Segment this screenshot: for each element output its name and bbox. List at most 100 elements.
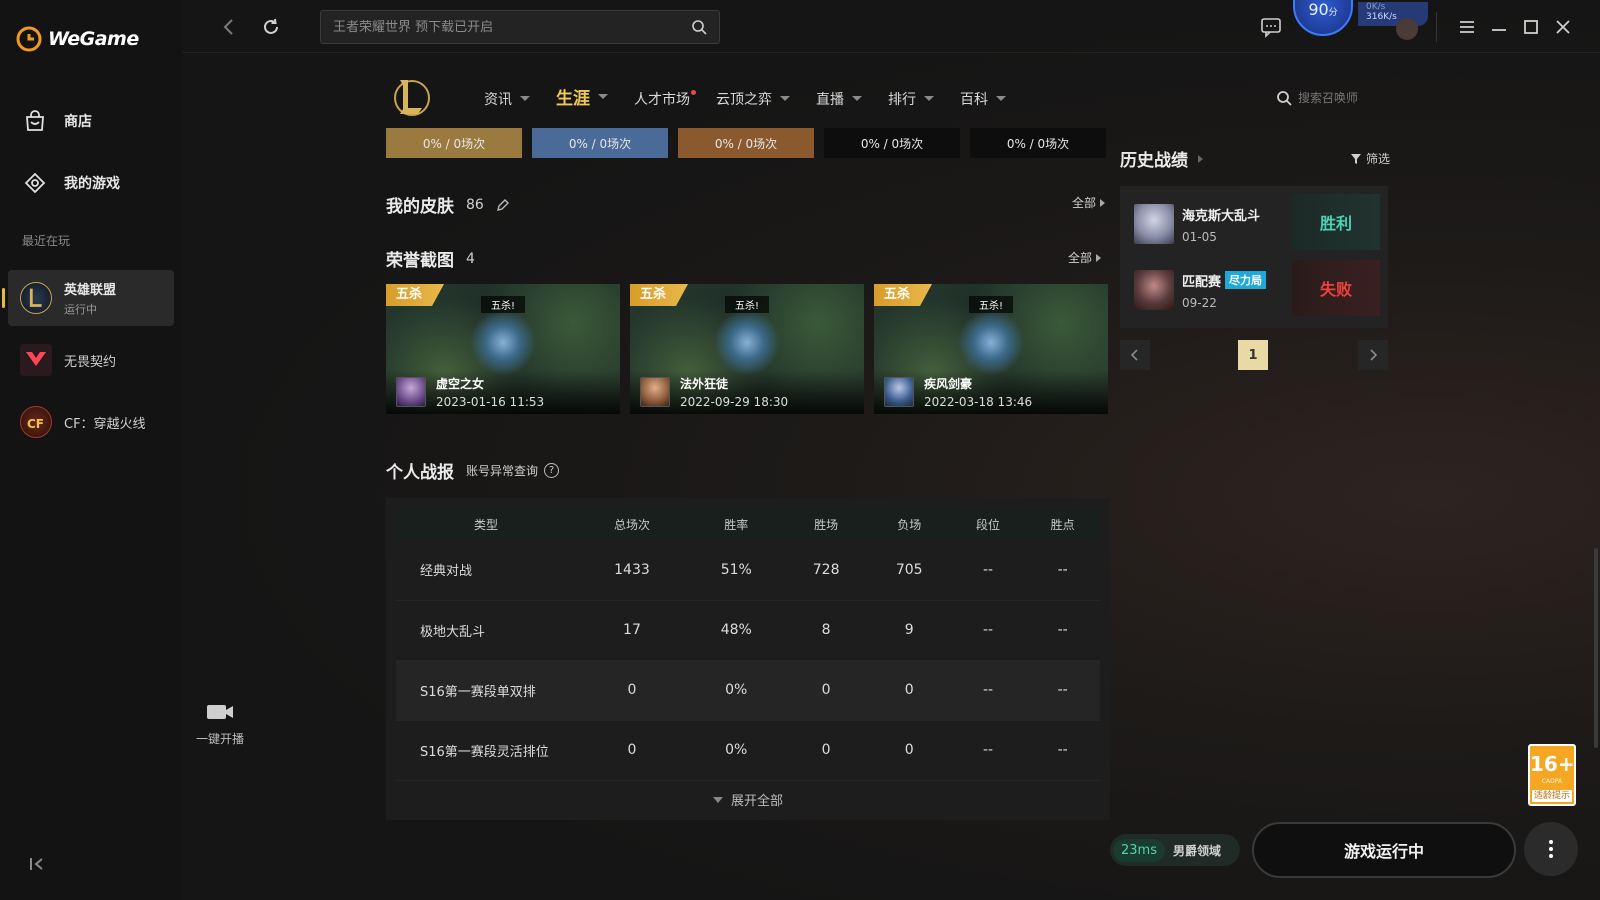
rank-bar[interactable]: 0% / 0场次 [386, 128, 522, 158]
global-search-input[interactable] [333, 19, 673, 35]
table-row[interactable]: 经典对战 1433 51% 728 705 -- -- [396, 540, 1100, 601]
chevron-down-icon [780, 96, 790, 101]
nav-my-games[interactable]: 我的游戏 [22, 170, 120, 196]
search-icon[interactable] [691, 19, 707, 35]
page-number[interactable]: 1 [1238, 340, 1268, 370]
rank-bar[interactable]: 0% / 0场次 [824, 128, 960, 158]
app-window: WeGame 商店 我的游戏 最近在玩 英雄联盟 运行中 无畏契约 CF CF：… [0, 0, 1600, 900]
col-header: 段位 [950, 508, 1026, 540]
game-item-crossfire[interactable]: CF CF：穿越火线 [8, 394, 174, 450]
champion-avatar [1134, 270, 1174, 310]
match-item[interactable]: 匹配赛 尽力局 09-22 失败 [1128, 260, 1380, 320]
menu-icon[interactable] [1456, 16, 1478, 38]
tab-label: 百科 [960, 91, 988, 108]
wegame-logo[interactable]: WeGame [16, 24, 139, 54]
chevron-right-icon [1198, 154, 1203, 163]
lol-logo-icon[interactable] [390, 76, 430, 118]
nav-store[interactable]: 商店 [22, 108, 92, 134]
match-date: 09-22 [1182, 295, 1217, 310]
stats-section-title: 个人战报 账号异常查询 ? [386, 458, 560, 483]
maximize-icon[interactable] [1520, 16, 1542, 38]
edit-icon[interactable] [496, 198, 510, 212]
screenshot-card[interactable]: 五杀 五杀! 法外狂徒 2022-09-29 18:30 [630, 284, 864, 414]
expand-all-button[interactable]: 展开全部 [386, 790, 1110, 809]
history-filter-button[interactable]: 筛选 [1350, 150, 1390, 167]
screenshot-footer: 法外狂徒 2022-09-29 18:30 [630, 370, 864, 414]
screenshot-date: 2022-03-18 13:46 [924, 395, 1033, 409]
tab-career[interactable]: 生涯 [556, 84, 608, 109]
valorant-icon [20, 344, 52, 376]
minimize-icon[interactable] [1488, 16, 1510, 38]
chevron-left-icon [1130, 349, 1138, 361]
back-icon[interactable] [218, 16, 240, 38]
screenshot-card[interactable]: 五杀 五杀! 疾风剑豪 2022-03-18 13:46 [874, 284, 1108, 414]
table-row[interactable]: 极地大乱斗 17 48% 8 9 -- -- [396, 600, 1100, 661]
notification-dot [691, 90, 696, 95]
skins-title: 我的皮肤 [386, 197, 454, 217]
cell: -- [950, 540, 1026, 601]
tab-label: 生涯 [556, 89, 590, 109]
tab-news[interactable]: 资讯 [484, 88, 530, 109]
start-live-button[interactable]: 一键开播 [192, 700, 248, 747]
game-title: CF：穿越火线 [64, 416, 146, 432]
screenshot-footer: 疾风剑豪 2022-03-18 13:46 [874, 370, 1108, 414]
tab-ranking[interactable]: 排行 [888, 88, 934, 109]
close-icon[interactable] [1552, 16, 1574, 38]
prev-page-button[interactable] [1120, 340, 1150, 370]
age-rating-badge[interactable]: 16+ CADPA 适龄提示 [1528, 744, 1576, 806]
cell: 0 [576, 660, 688, 721]
age-rating-number: 16+ [1530, 752, 1575, 776]
match-item[interactable]: 海克斯大乱斗 01-05 胜利 [1128, 194, 1380, 254]
account-check-label: 账号异常查询 [466, 464, 539, 478]
cell: S16第一赛段单双排 [396, 660, 576, 721]
match-mode-label: 海克斯大乱斗 [1182, 208, 1261, 224]
screenshots-see-all[interactable]: 全部 [1068, 249, 1102, 266]
summoner-search[interactable] [1276, 90, 1388, 106]
cell: 51% [687, 540, 785, 601]
screenshot-date: 2022-09-29 18:30 [680, 395, 789, 409]
age-rating-org: CADPA [1541, 778, 1563, 785]
game-item-lol[interactable]: 英雄联盟 运行中 [2, 270, 174, 326]
expand-all-label: 展开全部 [730, 794, 783, 809]
stats-title: 个人战报 [386, 463, 454, 483]
game-running-button[interactable]: 游戏运行中 [1252, 822, 1516, 878]
wegame-logo-icon [16, 26, 42, 52]
see-all-label: 全部 [1068, 251, 1093, 265]
game-title: 英雄联盟 [64, 283, 117, 298]
tab-wiki[interactable]: 百科 [960, 88, 1006, 109]
game-status: 运行中 [64, 303, 97, 316]
tab-tft[interactable]: 云顶之弈 [716, 88, 790, 109]
more-vertical-icon [1549, 840, 1553, 858]
filter-icon [1351, 153, 1361, 164]
skins-see-all[interactable]: 全部 [1072, 194, 1106, 211]
rank-bar[interactable]: 0% / 0场次 [532, 128, 668, 158]
help-icon[interactable]: ? [544, 463, 560, 478]
rank-bar[interactable]: 0% / 0场次 [678, 128, 814, 158]
screenshot-card[interactable]: 五杀 五杀! 虚空之女 2023-01-16 11:53 [386, 284, 620, 414]
game-item-valorant[interactable]: 无畏契约 [8, 332, 174, 388]
col-header: 负场 [867, 508, 951, 540]
next-page-button[interactable] [1358, 340, 1388, 370]
cell: 17 [576, 600, 688, 661]
tab-live[interactable]: 直播 [816, 88, 862, 109]
message-icon[interactable] [1260, 16, 1282, 38]
refresh-icon[interactable] [260, 16, 282, 38]
pentakill-tag: 五杀 [386, 284, 444, 306]
summoner-search-input[interactable] [1298, 91, 1388, 105]
tab-talent-market[interactable]: 人才市场 [634, 88, 696, 109]
rank-bar[interactable]: 0% / 0场次 [970, 128, 1106, 158]
table-row[interactable]: S16第一赛段灵活排位 0 0% 0 0 -- -- [396, 720, 1100, 781]
match-badge: 尽力局 [1225, 271, 1267, 289]
chevron-down-icon [712, 796, 723, 803]
scrollbar[interactable] [1594, 548, 1598, 748]
more-options-button[interactable] [1524, 822, 1578, 876]
table-row[interactable]: S16第一赛段单双排 0 0% 0 0 -- -- [396, 660, 1100, 721]
ping-indicator[interactable]: 23ms 男爵领域 [1110, 834, 1240, 866]
global-search[interactable] [320, 10, 720, 44]
history-title[interactable]: 历史战绩 [1120, 146, 1203, 171]
cell: 728 [784, 540, 868, 601]
champion-avatar [640, 377, 670, 407]
user-avatar[interactable] [1396, 18, 1418, 40]
collapse-sidebar-icon[interactable] [28, 854, 48, 874]
account-check-link[interactable]: 账号异常查询 ? [466, 462, 560, 479]
